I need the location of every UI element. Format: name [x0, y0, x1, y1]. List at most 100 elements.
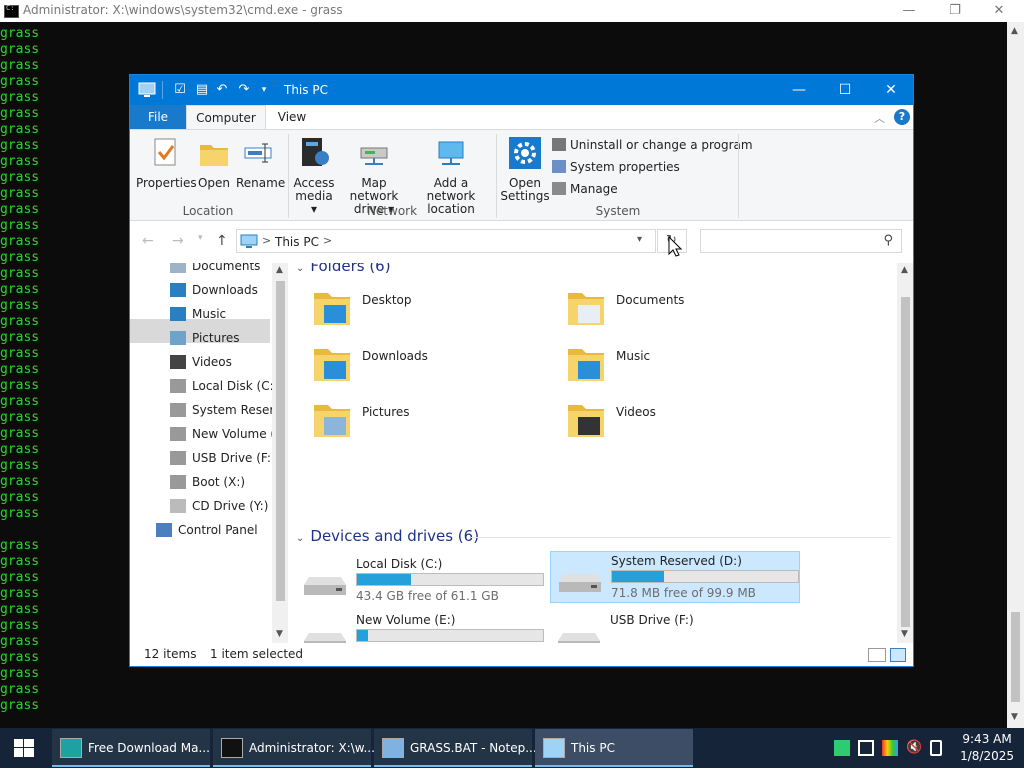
cmd-title-bar[interactable]: Administrator: X:\windows\system32\cmd.e…: [0, 0, 1024, 22]
nav-item-downloads[interactable]: Downloads: [170, 279, 258, 301]
desktop-folder-icon: [314, 293, 350, 325]
up-arrow-icon[interactable]: ↑: [216, 233, 228, 249]
nav-item-label: Videos: [192, 355, 232, 369]
help-icon[interactable]: ?: [894, 109, 910, 125]
cmd-line: grass: [0, 602, 40, 617]
explorer-title-bar[interactable]: ☑ ▤ ↶ ↷ ▾ This PC — ☐ ✕: [130, 75, 913, 105]
cmd-close-button[interactable]: ✕: [976, 0, 1022, 22]
open-button[interactable]: Open: [194, 136, 234, 190]
folder-downloads[interactable]: Downloads: [302, 343, 542, 393]
drive-name: Local Disk (C:): [356, 557, 443, 571]
safely-remove-hardware-icon[interactable]: [930, 740, 942, 756]
cmd-scroll-thumb[interactable]: [1011, 612, 1020, 702]
collapse-chevron-icon[interactable]: ⌄: [296, 263, 304, 274]
nav-item-videos[interactable]: Videos: [170, 351, 232, 373]
nav-item-music[interactable]: Music: [170, 303, 226, 325]
cmd-line: grass: [0, 218, 40, 233]
taskbar-item-3[interactable]: GRASS.BAT - Notep...: [374, 729, 537, 767]
content-scroll-thumb[interactable]: [901, 297, 910, 627]
breadcrumb-separator[interactable]: >: [262, 234, 271, 247]
undo-icon[interactable]: ↶: [214, 82, 230, 98]
drive-usb-drive-f[interactable]: USB Drive (F:): [550, 611, 800, 643]
redo-icon[interactable]: ↷: [236, 82, 252, 98]
drive-new-volume-e[interactable]: New Volume (E:)8.23 GB free of 8.78 GB: [296, 611, 546, 643]
nav-item-local-disk-c[interactable]: Local Disk (C:): [170, 375, 272, 397]
scroll-up-icon[interactable]: ▲: [1011, 26, 1018, 36]
cmd-line: grass: [0, 618, 40, 633]
address-dropdown-icon[interactable]: ▾: [637, 234, 642, 245]
qat-customize-icon[interactable]: ▾: [256, 82, 272, 98]
nav-item-usb-drive-f[interactable]: USB Drive (F:): [170, 447, 272, 469]
nav-item-documents[interactable]: Documents: [170, 263, 260, 277]
breadcrumb-separator-2[interactable]: >: [323, 234, 332, 247]
rename-button[interactable]: Rename: [236, 136, 285, 190]
nav-item-pictures[interactable]: Pictures: [170, 327, 240, 349]
address-bar[interactable]: > This PC > ▾: [236, 229, 656, 253]
taskbar-item-4[interactable]: This PC: [535, 729, 693, 767]
explorer-maximize-button[interactable]: ☐: [822, 75, 868, 105]
large-icons-view-icon[interactable]: [890, 648, 906, 662]
network-icon[interactable]: [858, 740, 874, 756]
start-button[interactable]: [0, 728, 48, 768]
scroll-down-icon[interactable]: ▼: [276, 629, 283, 639]
forward-arrow-icon[interactable]: →: [172, 233, 184, 249]
search-input[interactable]: ⚲: [700, 229, 902, 253]
nav-scrollbar[interactable]: ▲ ▼: [272, 263, 288, 643]
system-properties-button[interactable]: System properties: [552, 160, 680, 174]
volume-muted-icon[interactable]: 🔇: [906, 740, 922, 756]
nav-scroll-thumb[interactable]: [276, 281, 285, 601]
content-pane[interactable]: ⌄ Folders (6) Desktop Documents Downloads Mu…: [288, 263, 898, 643]
folder-videos[interactable]: Videos: [556, 399, 796, 449]
nav-item-cd-drive-y-h[interactable]: CD Drive (Y:) H: [170, 495, 272, 517]
folder-desktop[interactable]: Desktop: [302, 287, 542, 337]
back-arrow-icon[interactable]: ←: [142, 233, 154, 249]
manage-button[interactable]: Manage: [552, 182, 618, 196]
drive-local-disk-c[interactable]: Local Disk (C:) 43.4 GB free of 61.1 GB: [296, 555, 546, 607]
drive-usage-bar: [611, 570, 799, 583]
drive-system-reserved-d[interactable]: System Reserved (D:) 71.8 MB free of 99.9…: [550, 551, 800, 603]
open-settings-button[interactable]: Open Settings: [500, 136, 550, 203]
tab-view[interactable]: View: [272, 105, 312, 129]
taskbar-item-1[interactable]: Free Download Ma...: [52, 729, 210, 767]
network-sync-icon[interactable]: [834, 740, 850, 756]
nav-item-control-panel[interactable]: Control Panel: [156, 519, 258, 541]
taskbar-item-2[interactable]: Administrator: X:\w...: [213, 729, 375, 767]
cmd-restore-button[interactable]: ❐: [932, 0, 978, 22]
tab-file[interactable]: File: [130, 105, 186, 129]
details-view-icon[interactable]: [868, 648, 886, 662]
breadcrumb-this-pc[interactable]: This PC: [275, 235, 319, 249]
explorer-minimize-button[interactable]: —: [776, 75, 822, 105]
tab-computer[interactable]: Computer: [186, 105, 266, 129]
nav-item-new-volume-e[interactable]: New Volume (E: [170, 423, 272, 445]
cmd-minimize-button[interactable]: —: [886, 0, 932, 22]
scroll-up-icon[interactable]: ▲: [276, 265, 283, 275]
cmd-scrollbar[interactable]: ▲ ▼: [1007, 22, 1024, 728]
recent-locations-icon[interactable]: ▾: [198, 233, 203, 243]
content-scrollbar[interactable]: ▲ ▼: [897, 263, 913, 643]
folder-pictures[interactable]: Pictures: [302, 399, 542, 449]
properties-qat-icon[interactable]: ☑: [172, 82, 188, 98]
scroll-down-icon[interactable]: ▼: [901, 629, 908, 639]
folders-group-header[interactable]: ⌄ Folders (6): [296, 263, 391, 275]
ribbon-collapse-icon[interactable]: ︿: [874, 110, 885, 126]
collapse-chevron-icon[interactable]: ⌄: [296, 533, 304, 544]
scroll-up-icon[interactable]: ▲: [901, 265, 908, 275]
uninstall-program-button[interactable]: Uninstall or change a program: [552, 138, 753, 152]
explorer-close-button[interactable]: ✕: [868, 75, 914, 105]
nav-item-system-reserve[interactable]: System Reserve: [170, 399, 272, 421]
folder-music[interactable]: Music: [556, 343, 796, 393]
cmd-icon: [4, 4, 19, 18]
explorer-window: ☑ ▤ ↶ ↷ ▾ This PC — ☐ ✕ File Computer Vi…: [129, 74, 914, 667]
display-icon[interactable]: [882, 740, 898, 756]
scroll-down-icon[interactable]: ▼: [1011, 712, 1018, 722]
clock[interactable]: 9:43 AM 1/8/2025: [960, 731, 1014, 765]
cmd-line: grass: [0, 170, 40, 185]
drive-icon: [170, 427, 186, 441]
search-icon: ⚲: [883, 233, 893, 248]
nav-item-boot-x[interactable]: Boot (X:): [170, 471, 245, 493]
folder-documents[interactable]: Documents: [556, 287, 796, 337]
drives-group-header[interactable]: ⌄ Devices and drives (6): [296, 527, 891, 545]
properties-button[interactable]: Properties: [136, 136, 197, 190]
new-folder-qat-icon[interactable]: ▤: [194, 82, 210, 98]
navigation-pane[interactable]: DesktopSYSTEMThis PCDesktopDocumentsDown…: [130, 263, 272, 643]
